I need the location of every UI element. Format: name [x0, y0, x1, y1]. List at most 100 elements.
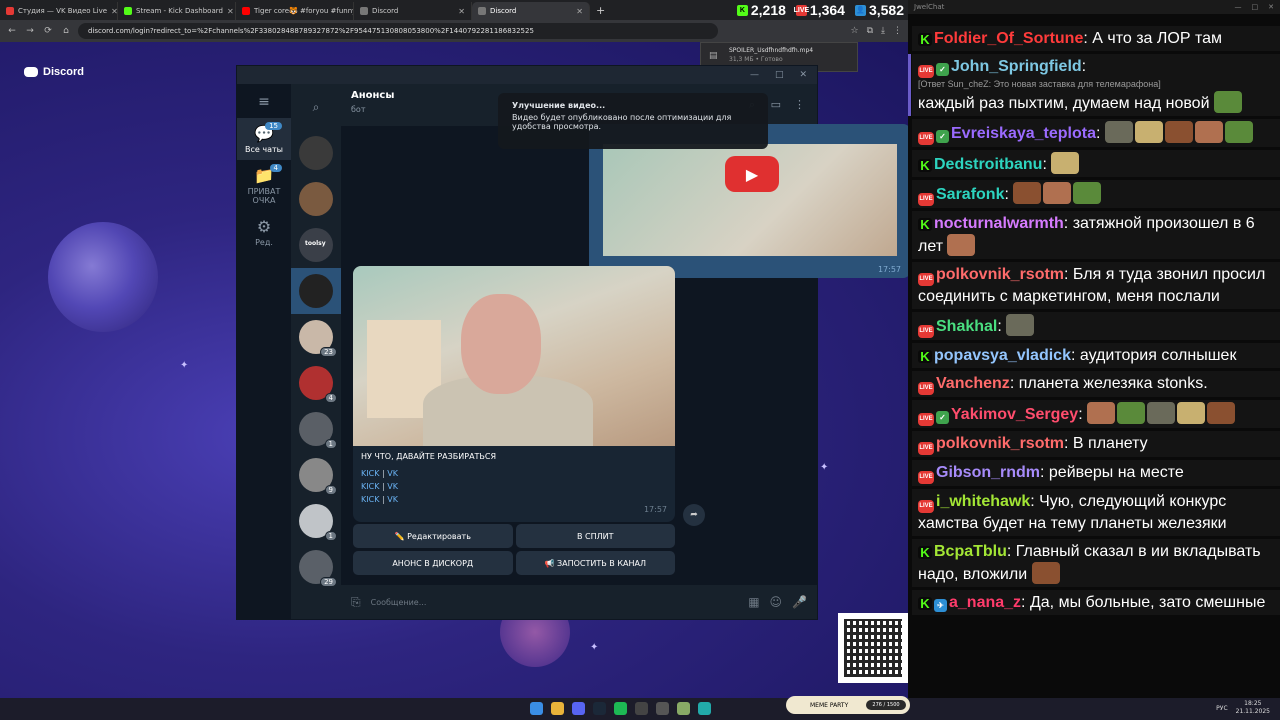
- menu-icon[interactable]: ⋮: [893, 26, 902, 36]
- vk-link[interactable]: VK: [387, 495, 398, 504]
- vk-link[interactable]: VK: [387, 482, 398, 491]
- chat-username[interactable]: Gibson_rndm: [936, 464, 1040, 481]
- chat-list-item[interactable]: [291, 176, 341, 222]
- chat-username[interactable]: BcpaTblu: [934, 543, 1007, 560]
- kick-link[interactable]: KICK: [361, 482, 379, 491]
- telegram-icon[interactable]: [698, 702, 711, 715]
- minimize-icon[interactable]: —: [750, 70, 759, 80]
- hamburger-icon[interactable]: ≡: [237, 84, 291, 118]
- chat-text: А что за ЛОР там: [1092, 30, 1222, 47]
- close-icon[interactable]: ✕: [1268, 3, 1274, 11]
- back-icon[interactable]: ←: [6, 26, 18, 36]
- split-button[interactable]: В СПЛИТ: [515, 524, 675, 548]
- chat-list-item[interactable]: 1: [291, 498, 341, 544]
- chat-username[interactable]: Yakimov_Sergey: [951, 406, 1078, 423]
- discord-icon[interactable]: [572, 702, 585, 715]
- browser-tab[interactable]: Discord ✕: [472, 2, 590, 20]
- steam-icon[interactable]: [593, 702, 606, 715]
- more-icon[interactable]: ⋮: [794, 98, 805, 111]
- close-tab-icon[interactable]: ✕: [458, 7, 465, 16]
- chat-list-item[interactable]: 9: [291, 452, 341, 498]
- chat-username[interactable]: polkovnik_rsotm: [936, 435, 1064, 452]
- chat-message: LIVE ✓ John_Springfield: [Ответ Sun_cheZ: …: [908, 54, 1280, 116]
- spotify-icon[interactable]: [614, 702, 627, 715]
- chat-list-item[interactable]: [291, 268, 341, 314]
- maximize-icon[interactable]: □: [775, 70, 784, 80]
- obs-icon[interactable]: [635, 702, 648, 715]
- reload-icon[interactable]: ⟳: [42, 26, 54, 36]
- close-tab-icon[interactable]: ✕: [111, 7, 117, 16]
- emoji-icon[interactable]: ☺: [770, 595, 783, 609]
- folder-item[interactable]: ⚙ Ред.: [237, 211, 291, 253]
- microphone-icon[interactable]: 🎤: [792, 595, 807, 609]
- play-icon[interactable]: ▶: [725, 156, 779, 192]
- share-icon[interactable]: ➦: [683, 504, 705, 526]
- chat-username[interactable]: Dedstroitbanu: [934, 156, 1042, 173]
- unread-badge: 29: [320, 577, 337, 587]
- chat-username[interactable]: popavsya_vladick: [934, 347, 1071, 364]
- extensions-icon[interactable]: ⧉: [867, 26, 873, 36]
- browser-tab[interactable]: Stream - Kick Dashboard ✕: [118, 2, 236, 20]
- chat-list-item[interactable]: 1: [291, 406, 341, 452]
- post-channel-button[interactable]: 📢 ЗАПОСТИТЬ В КАНАЛ: [515, 551, 675, 575]
- new-tab-icon[interactable]: +: [590, 4, 611, 17]
- chat-list-item[interactable]: 23: [291, 314, 341, 360]
- chat-username[interactable]: John_Springfield: [951, 58, 1082, 75]
- chat-username[interactable]: a_nana_z: [949, 594, 1021, 611]
- chat-username[interactable]: Vanchenz: [936, 375, 1010, 392]
- app-icon[interactable]: [656, 702, 669, 715]
- browser-tab[interactable]: Discord ✕: [354, 2, 472, 20]
- close-tab-icon[interactable]: ✕: [227, 7, 234, 16]
- minimize-icon[interactable]: —: [1235, 3, 1242, 11]
- bookmark-icon[interactable]: ☆: [851, 26, 859, 36]
- app-icon[interactable]: [677, 702, 690, 715]
- chat-message: K BcpaTblu: Главный сказал в ии вкладыват…: [912, 539, 1280, 587]
- emote-icon: [1043, 182, 1072, 204]
- home-icon[interactable]: ⌂: [60, 26, 72, 36]
- maximize-icon[interactable]: □: [1252, 3, 1259, 11]
- chat-username[interactable]: i_whitehawk: [936, 493, 1030, 510]
- video-thumbnail[interactable]: [353, 266, 675, 446]
- chat-list-item[interactable]: 29: [291, 544, 341, 590]
- chat-username[interactable]: Evreiskaya_teplota: [951, 125, 1096, 142]
- announce-discord-button[interactable]: АНОНС В ДИСКОРД: [353, 551, 513, 575]
- chat-username[interactable]: Sarafonk: [936, 186, 1004, 203]
- message-text: НУ ЧТО, ДАВАЙТЕ РАЗБИРАТЬСЯ: [361, 452, 497, 461]
- edit-button[interactable]: ✏️ Редактировать: [353, 524, 513, 548]
- attach-icon[interactable]: ⎘: [351, 595, 361, 610]
- emote-icon: [1177, 402, 1206, 424]
- chat-username[interactable]: nocturnalwarmth: [934, 215, 1064, 232]
- clock[interactable]: 18:25 21.11.2025: [1236, 700, 1270, 716]
- forward-icon[interactable]: →: [24, 26, 36, 36]
- kick-link[interactable]: KICK: [361, 495, 379, 504]
- chat-list-item[interactable]: [291, 130, 341, 176]
- vk-link[interactable]: VK: [387, 469, 398, 478]
- message-input[interactable]: Сообщение...: [371, 598, 739, 607]
- browser-tab[interactable]: Tiger core🐯 #foryou #funny✕: [236, 2, 354, 20]
- download-icon[interactable]: ⤓: [881, 26, 885, 36]
- chat-text: каждый раз пыхтим, думаем над новой: [918, 95, 1210, 112]
- sidebar-toggle-icon[interactable]: ▭: [771, 98, 781, 111]
- close-tab-icon[interactable]: ✕: [576, 7, 583, 16]
- kick-badge-icon: K: [918, 350, 932, 363]
- chrome-icon[interactable]: [551, 702, 564, 715]
- browser-tab[interactable]: Студия — VK Видео Live ✕: [0, 2, 118, 20]
- chat-username[interactable]: Shakhal: [936, 318, 997, 335]
- chat-list-item[interactable]: toolsy: [291, 222, 341, 268]
- chat-username[interactable]: Foldier_Of_Sortune: [934, 30, 1083, 47]
- folder-item[interactable]: 💬 Все чаты 15: [237, 118, 291, 160]
- chat-text: В планету: [1072, 435, 1148, 452]
- close-icon[interactable]: ✕: [799, 70, 807, 80]
- start-icon[interactable]: [530, 702, 543, 715]
- search-icon-slot[interactable]: ⌕: [291, 84, 341, 130]
- language-indicator[interactable]: РУС: [1216, 705, 1227, 712]
- emote-icon: [1134, 121, 1163, 143]
- search-icon[interactable]: ⌕: [313, 100, 320, 115]
- commands-icon[interactable]: ▦: [748, 595, 759, 609]
- incoming-video-message[interactable]: НУ ЧТО, ДАВАЙТЕ РАЗБИРАТЬСЯ KICK | VK KIC…: [353, 266, 675, 522]
- chat-username[interactable]: polkovnik_rsotm: [936, 266, 1064, 283]
- kick-link[interactable]: KICK: [361, 469, 379, 478]
- chat-list-item[interactable]: 4: [291, 360, 341, 406]
- folder-item[interactable]: 📁 ПРИВАТ ОЧКА 4: [237, 160, 291, 211]
- url-field[interactable]: discord.com/login?redirect_to=%2Fchannel…: [78, 23, 718, 39]
